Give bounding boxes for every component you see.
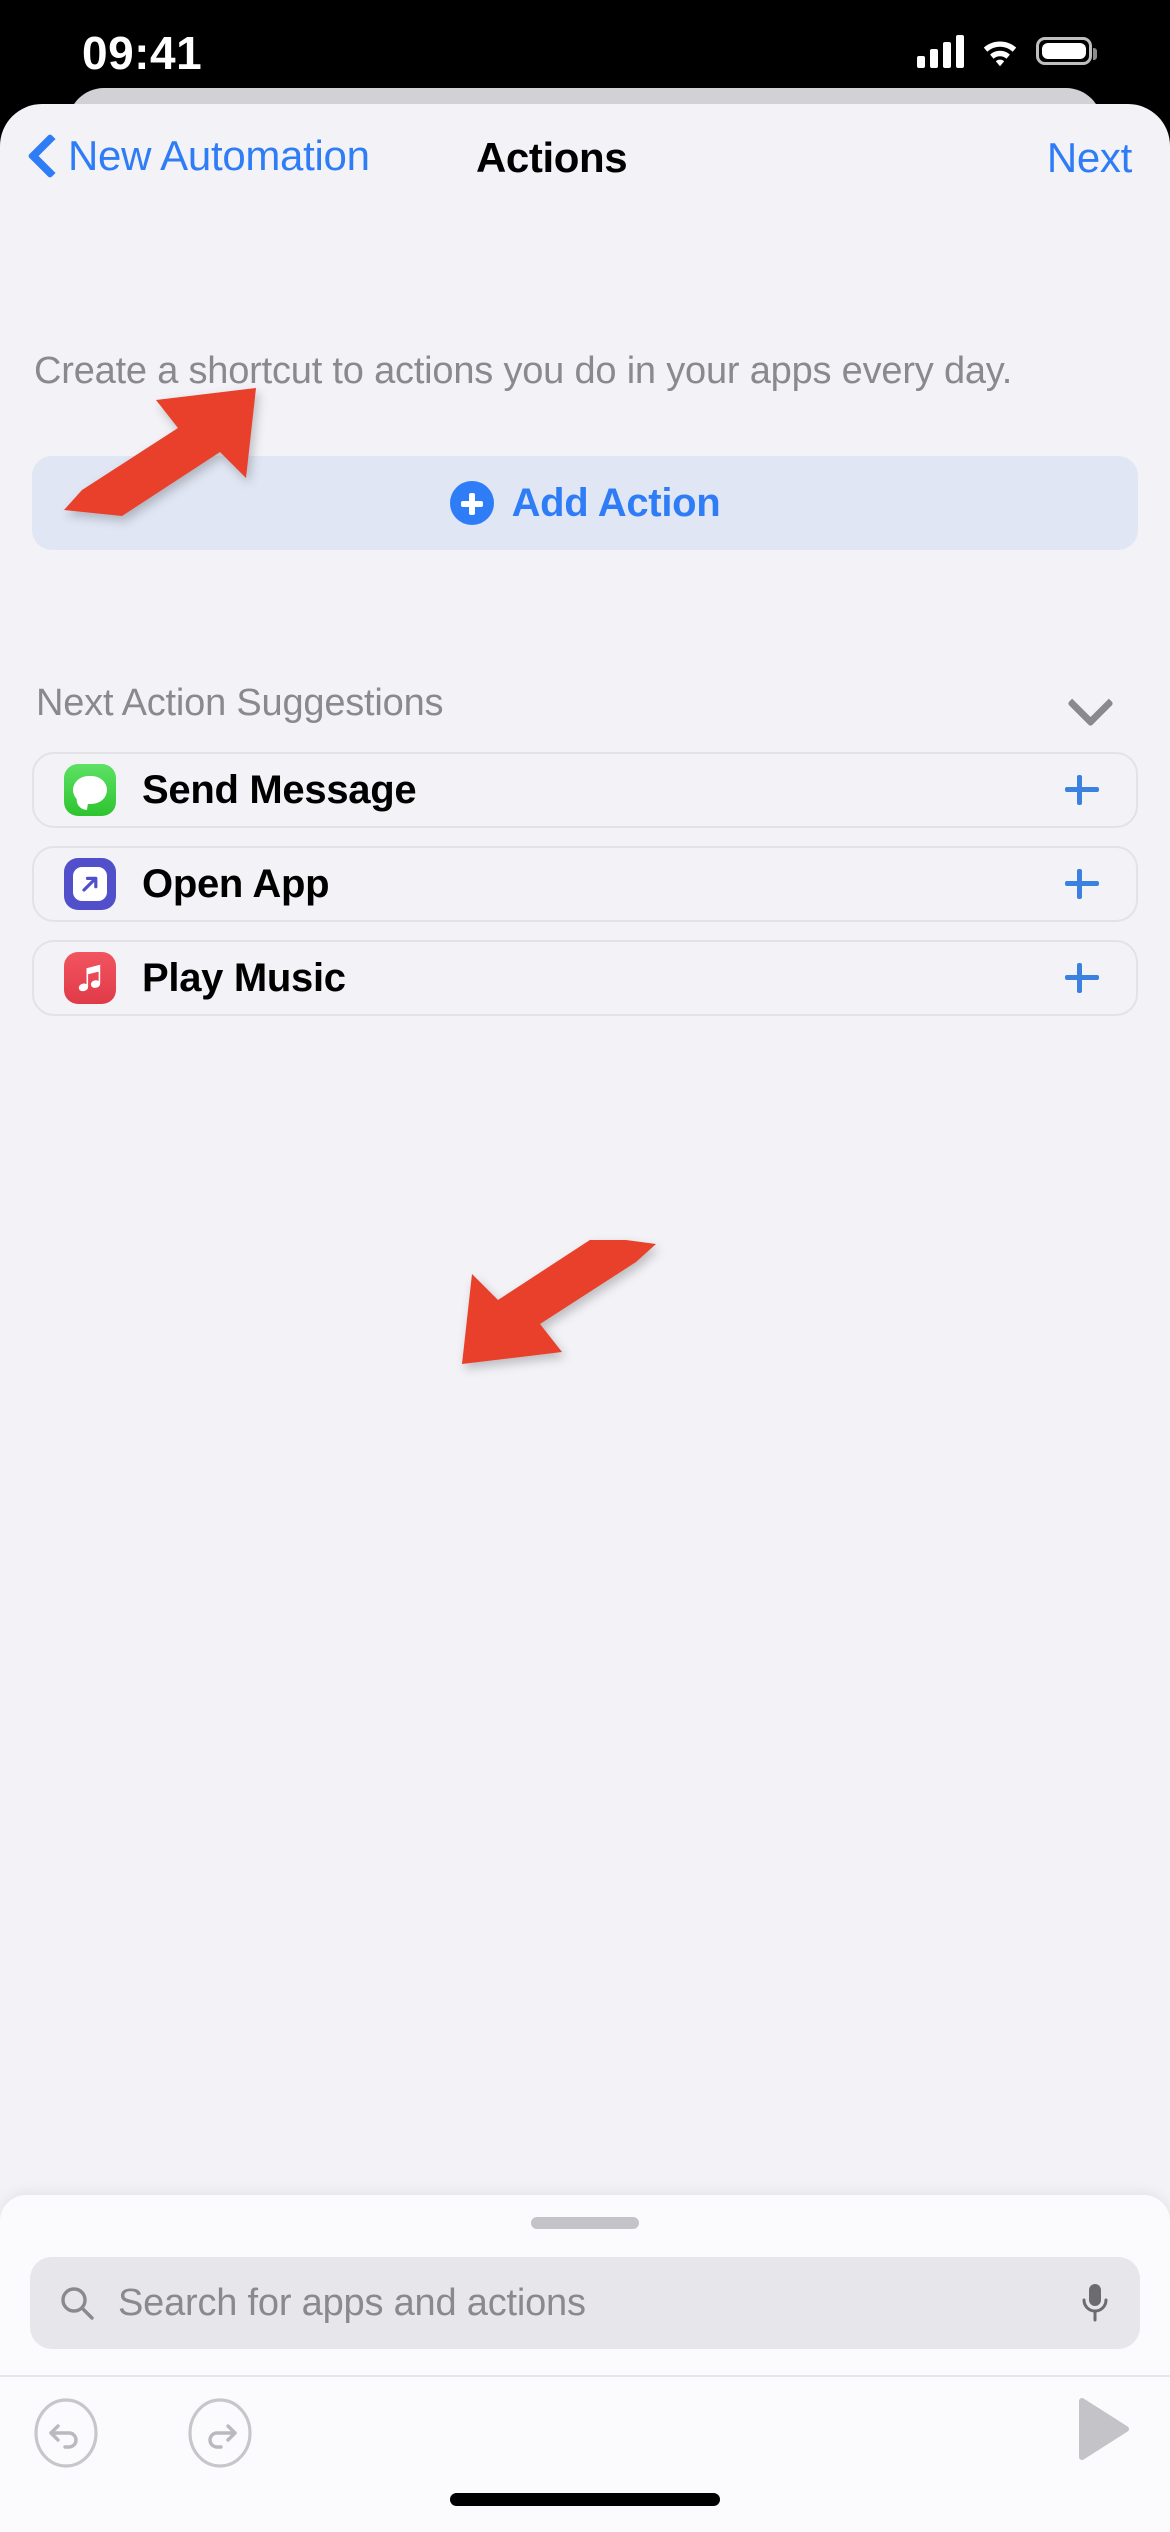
cellular-bars-icon <box>917 34 964 68</box>
plus-icon[interactable] <box>1062 958 1102 998</box>
list-item[interactable]: Send Message <box>32 752 1138 828</box>
plus-icon[interactable] <box>1062 864 1102 904</box>
plus-icon[interactable] <box>1062 770 1102 810</box>
editor-toolbar <box>0 2377 1170 2487</box>
page-title: Actions <box>476 134 628 181</box>
music-app-icon <box>64 952 116 1004</box>
navigation-bar: New Automation Actions Next <box>0 104 1170 220</box>
iphone-screen: 09:41 New Automation Actions Next Create… <box>0 0 1170 2532</box>
search-input[interactable]: Search for apps and actions <box>30 2257 1140 2349</box>
list-item-label: Play Music <box>142 955 346 1000</box>
plus-circle-icon <box>449 481 494 525</box>
status-bar: 09:41 <box>0 0 1170 100</box>
redo-icon[interactable] <box>182 2395 258 2471</box>
play-icon[interactable] <box>1076 2397 1132 2461</box>
search-placeholder: Search for apps and actions <box>118 2281 586 2324</box>
search-bottom-sheet: Search for apps and actions <box>0 2195 1170 2532</box>
battery-full-icon <box>1036 37 1097 65</box>
search-icon <box>61 2287 94 2320</box>
list-item[interactable]: Play Music <box>32 940 1138 1016</box>
list-item-label: Open App <box>142 861 330 906</box>
status-bar-indicators <box>917 34 1097 68</box>
status-bar-time: 09:41 <box>82 27 203 79</box>
messages-app-icon <box>64 764 116 816</box>
back-button-label: New Automation <box>68 132 370 179</box>
suggestions-header: Next Action Suggestions <box>36 682 1134 725</box>
add-action-label: Add Action <box>511 480 721 525</box>
next-button[interactable]: Next <box>1047 134 1132 182</box>
home-indicator <box>450 2493 720 2506</box>
annotation-arrow-add-action <box>64 388 256 516</box>
wifi-icon <box>983 41 1017 67</box>
open-app-icon <box>64 858 116 910</box>
list-item-label: Send Message <box>142 767 417 812</box>
back-button[interactable]: New Automation <box>30 132 370 180</box>
undo-icon[interactable] <box>28 2395 104 2471</box>
suggestions-list: Send Message Open App Play Music <box>32 752 1138 1034</box>
sheet-grabber-icon[interactable] <box>531 2217 639 2229</box>
chevron-down-icon[interactable] <box>1068 689 1112 719</box>
chevron-left-icon <box>30 134 56 178</box>
annotation-arrow-search <box>462 1240 656 1364</box>
microphone-icon[interactable] <box>1078 2281 1112 2325</box>
suggestions-title: Next Action Suggestions <box>36 682 444 724</box>
list-item[interactable]: Open App <box>32 846 1138 922</box>
